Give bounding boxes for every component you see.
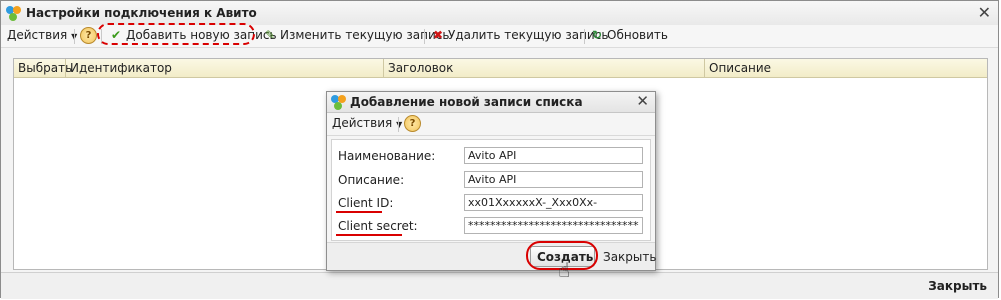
column-divider bbox=[65, 59, 66, 77]
column-header-description[interactable]: Описание bbox=[709, 61, 771, 75]
client-secret-field[interactable] bbox=[464, 217, 643, 234]
refresh-icon: ↻ bbox=[591, 28, 603, 42]
description-field[interactable] bbox=[464, 171, 643, 188]
name-label: Наименование: bbox=[338, 149, 436, 163]
toolbar-divider bbox=[398, 117, 399, 132]
client-secret-underline bbox=[336, 234, 402, 236]
close-dialog-icon[interactable]: ✕ bbox=[636, 92, 649, 110]
app-logo-icon bbox=[331, 95, 346, 110]
chevron-down-icon: ▼ bbox=[396, 120, 403, 129]
pencil-icon: ✎ bbox=[264, 28, 276, 42]
app-logo-icon bbox=[6, 6, 21, 21]
client-id-field[interactable] bbox=[464, 194, 643, 211]
client-id-label: Client ID: bbox=[338, 196, 394, 210]
close-window-icon[interactable]: ✕ bbox=[978, 3, 991, 22]
edit-record-button[interactable]: ✎ Изменить текущую запись bbox=[263, 28, 449, 42]
toolbar-divider bbox=[74, 29, 75, 44]
dialog-close-button[interactable]: Закрыть bbox=[603, 250, 656, 264]
help-icon[interactable]: ? bbox=[404, 115, 421, 132]
column-header-title[interactable]: Заголовок bbox=[388, 61, 453, 75]
column-divider bbox=[704, 59, 705, 77]
add-button-highlight bbox=[97, 23, 255, 45]
refresh-button[interactable]: ↻ Обновить bbox=[590, 28, 668, 42]
delete-record-button[interactable]: ✖ Удалить текущую запись bbox=[431, 28, 608, 42]
refresh-label: Обновить bbox=[607, 28, 668, 42]
toolbar-divider bbox=[584, 29, 585, 44]
main-footer: Закрыть bbox=[1, 272, 998, 299]
window-title: Настройки подключения к Авито bbox=[26, 6, 257, 20]
actions-menu-label: Действия bbox=[7, 28, 68, 42]
table-header: Выбрать Идентификатор Заголовок Описание bbox=[14, 59, 987, 78]
red-x-icon: ✖ bbox=[432, 28, 444, 42]
actions-menu[interactable]: Действия ▼ bbox=[7, 28, 77, 42]
client-secret-label: Client secret: bbox=[338, 219, 418, 233]
dialog-title: Добавление новой записи списка bbox=[350, 95, 583, 109]
name-field[interactable] bbox=[464, 147, 643, 164]
dialog-form: Наименование: Описание: Client ID: Clien… bbox=[331, 139, 651, 241]
help-icon[interactable]: ? bbox=[80, 27, 97, 44]
add-record-dialog: Добавление новой записи списка ✕ Действи… bbox=[326, 91, 656, 271]
column-divider bbox=[383, 59, 384, 77]
column-header-id[interactable]: Идентификатор bbox=[70, 61, 172, 75]
client-id-underline bbox=[336, 211, 382, 213]
dialog-toolbar: Действия ▼ ? bbox=[327, 113, 655, 136]
dialog-footer: Создать Закрыть bbox=[327, 242, 656, 270]
close-button[interactable]: Закрыть bbox=[928, 279, 987, 293]
hand-cursor-icon: ☝ bbox=[558, 258, 571, 282]
dialog-actions-menu[interactable]: Действия ▼ bbox=[332, 116, 402, 130]
toolbar-divider bbox=[424, 29, 425, 44]
dialog-titlebar: Добавление новой записи списка ✕ bbox=[327, 92, 655, 113]
dialog-actions-label: Действия bbox=[332, 116, 393, 130]
description-label: Описание: bbox=[338, 173, 405, 187]
